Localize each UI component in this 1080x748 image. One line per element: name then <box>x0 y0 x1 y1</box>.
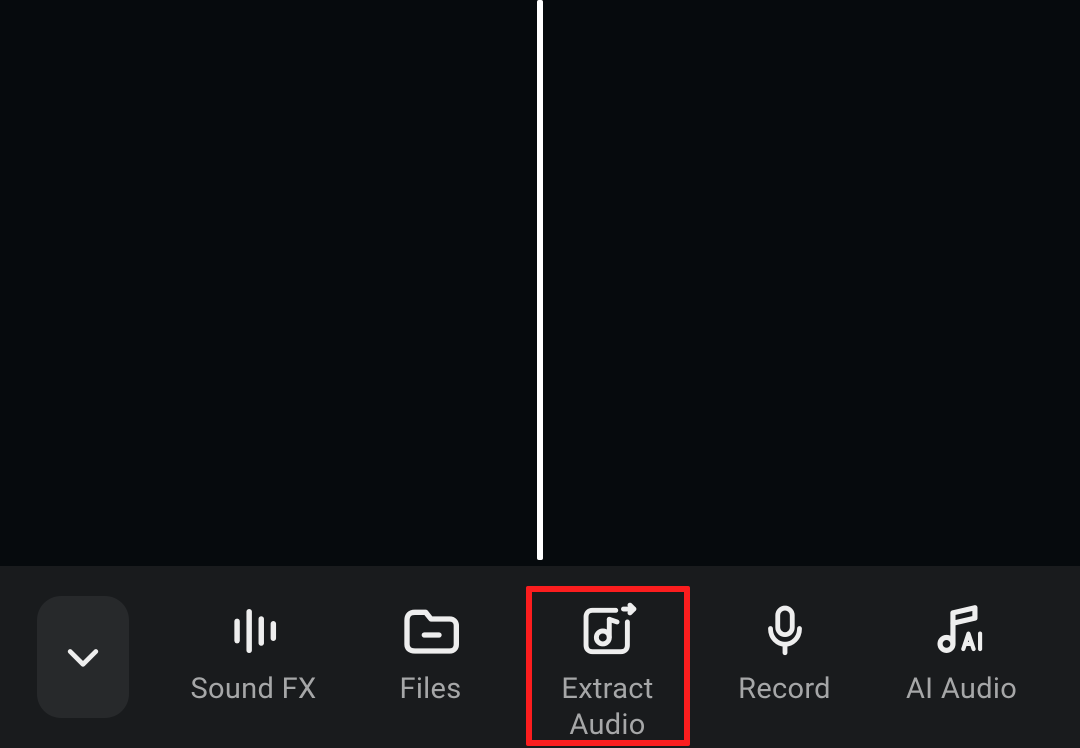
timeline-preview[interactable] <box>0 0 1080 566</box>
bottom-toolbar: Sound FX Files <box>0 566 1080 748</box>
folder-minus-icon <box>399 599 463 663</box>
tool-label-files: Files <box>400 671 462 707</box>
microphone-icon <box>756 602 814 660</box>
soundfx-icon <box>225 602 283 660</box>
extract-audio-icon <box>577 600 639 662</box>
tool-label-record: Record <box>738 671 831 707</box>
tool-sound-fx[interactable]: Sound FX <box>165 566 342 748</box>
ai-music-icon <box>931 600 993 662</box>
chevron-down-icon <box>61 635 105 679</box>
collapse-wrap <box>0 566 165 748</box>
tool-ai-audio[interactable]: AI Audio <box>873 566 1050 748</box>
tool-extract-audio[interactable]: Extract Audio <box>519 566 696 748</box>
tool-label-sound-fx: Sound FX <box>191 671 317 707</box>
tool-label-extract-audio: Extract Audio <box>561 671 653 744</box>
tool-label-ai-audio: AI Audio <box>906 671 1017 707</box>
tool-record[interactable]: Record <box>696 566 873 748</box>
toolbar-tools: Sound FX Files <box>165 566 1080 748</box>
playhead[interactable] <box>537 0 543 560</box>
tool-files[interactable]: Files <box>342 566 519 748</box>
collapse-button[interactable] <box>37 596 129 718</box>
